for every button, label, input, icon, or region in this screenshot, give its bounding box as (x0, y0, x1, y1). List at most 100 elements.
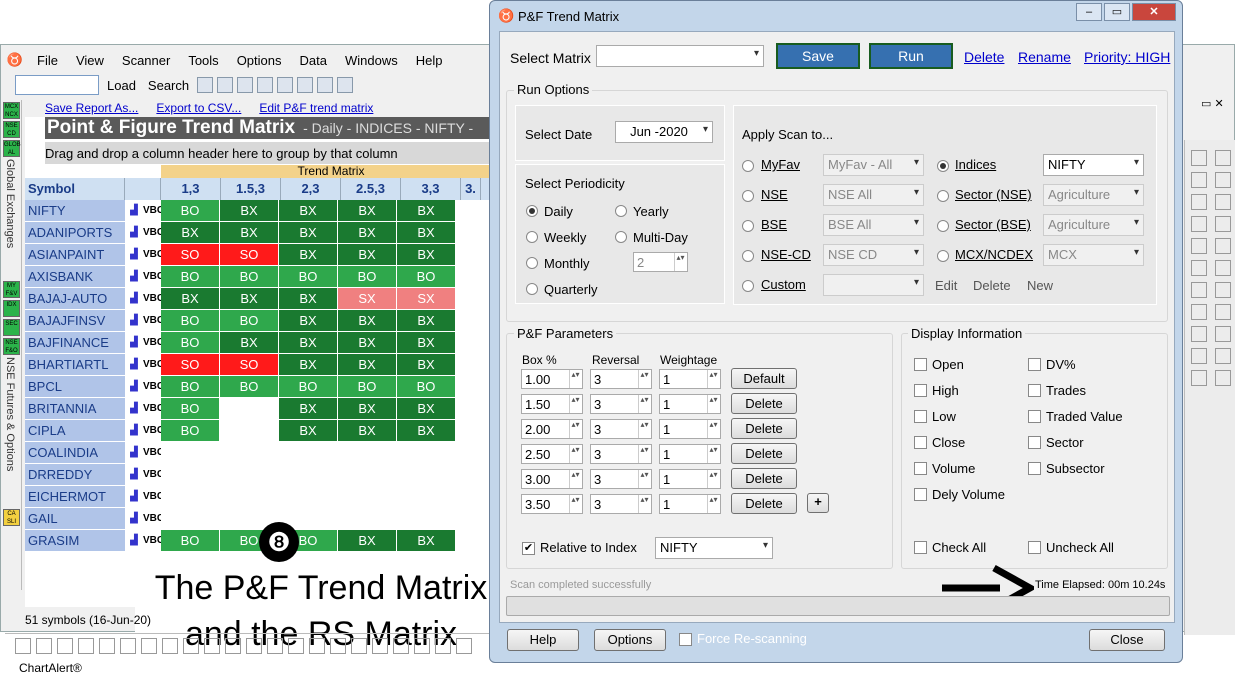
reversal-spinner[interactable]: 3 (590, 469, 652, 489)
idx-icon[interactable]: IDX (3, 300, 20, 317)
signal-cell[interactable]: BX (220, 288, 279, 310)
signal-cell[interactable]: BX (279, 332, 338, 354)
signal-cell[interactable]: SO (161, 354, 220, 376)
load-button[interactable]: Load (107, 78, 136, 93)
signal-cell[interactable] (220, 420, 279, 442)
col-header[interactable]: 2.5,3 (341, 178, 401, 200)
signal-cell[interactable]: SO (220, 354, 279, 376)
chart-icon[interactable]: ▟ (125, 464, 143, 486)
drawing-tool-icon[interactable] (1215, 150, 1231, 166)
drawing-tool-icon[interactable] (1191, 150, 1207, 166)
symbol-header[interactable]: Symbol (25, 178, 125, 200)
signal-cell[interactable]: BO (161, 398, 220, 420)
scan-dropdown[interactable]: MCX (1043, 244, 1144, 266)
box-spinner[interactable]: 2.00 (521, 419, 583, 439)
indicator-tool-icon[interactable] (414, 638, 430, 654)
symbol-cell[interactable]: BAJAJFINSV (25, 310, 125, 332)
sec-icon[interactable]: SEC (3, 319, 20, 336)
signal-cell[interactable]: BX (338, 310, 397, 332)
signal-cell[interactable]: BX (220, 332, 279, 354)
symbol-cell[interactable]: ASIANPAINT (25, 244, 125, 266)
table-row[interactable]: BAJFINANCE ▟ VBC BO BX BX BX BX (25, 332, 501, 354)
param-action-button[interactable]: Delete (731, 468, 797, 489)
signal-cell[interactable]: BO (161, 376, 220, 398)
table-row[interactable]: BAJAJFINSV ▟ VBC BO BO BX BX BX (25, 310, 501, 332)
multiday-spinner[interactable]: 2 (633, 252, 688, 272)
custom-edit-button[interactable]: Edit (935, 278, 957, 293)
signal-cell[interactable]: SO (161, 244, 220, 266)
signal-cell[interactable] (220, 442, 279, 464)
signal-cell[interactable]: BO (397, 376, 456, 398)
symbol-cell[interactable]: COALINDIA (25, 442, 125, 464)
chart-icon[interactable]: ▟ (125, 354, 143, 376)
menu-help[interactable]: Help (416, 53, 443, 68)
signal-cell[interactable]: BX (397, 310, 456, 332)
menu-options[interactable]: Options (237, 53, 282, 68)
signal-cell[interactable]: BX (397, 398, 456, 420)
indicator-tool-icon[interactable] (120, 638, 136, 654)
indicator-tool-icon[interactable] (456, 638, 472, 654)
weightage-spinner[interactable]: 1 (659, 394, 721, 414)
mcx-ncx-icon[interactable]: MCX NCX (3, 102, 20, 119)
menu-data[interactable]: Data (300, 53, 327, 68)
drawing-tool-icon[interactable] (1191, 172, 1207, 188)
display-checkbox[interactable] (1028, 410, 1041, 423)
relative-index-checkbox[interactable]: ✔ (522, 542, 535, 555)
display-checkbox[interactable] (914, 384, 927, 397)
box-spinner[interactable]: 2.50 (521, 444, 583, 464)
signal-cell[interactable] (397, 508, 456, 530)
scan-dropdown[interactable] (823, 274, 924, 296)
box-spinner[interactable]: 3.50 (521, 494, 583, 514)
signal-cell[interactable] (397, 464, 456, 486)
drawing-tool-icon[interactable] (1191, 348, 1207, 364)
table-row[interactable]: EICHERMOT ▟ VBC (25, 486, 501, 508)
display-checkbox[interactable] (1028, 358, 1041, 371)
table-row[interactable]: COALINDIA ▟ VBC (25, 442, 501, 464)
weightage-spinner[interactable]: 1 (659, 419, 721, 439)
signal-cell[interactable]: BX (161, 222, 220, 244)
display-checkbox[interactable] (914, 462, 927, 475)
signal-cell[interactable]: BX (397, 530, 456, 552)
symbol-cell[interactable]: AXISBANK (25, 266, 125, 288)
signal-cell[interactable]: BX (279, 244, 338, 266)
scan-radio[interactable] (742, 190, 754, 202)
indicator-tool-icon[interactable] (435, 638, 451, 654)
param-action-button[interactable]: Delete (731, 418, 797, 439)
drawing-tool-icon[interactable] (1191, 326, 1207, 342)
display-checkbox[interactable] (1028, 436, 1041, 449)
close-icon[interactable]: ✕ (1132, 3, 1176, 21)
weightage-spinner[interactable]: 1 (659, 494, 721, 514)
symbol-cell[interactable]: BPCL (25, 376, 125, 398)
signal-cell[interactable]: SX (397, 288, 456, 310)
export-csv-link[interactable]: Export to CSV... (156, 101, 241, 115)
scan-icon[interactable] (297, 77, 314, 93)
drawing-tool-icon[interactable] (1215, 326, 1231, 342)
chart-icon[interactable]: ▟ (125, 310, 143, 332)
relative-index-dropdown[interactable]: NIFTY (655, 537, 773, 559)
signal-cell[interactable]: BX (279, 222, 338, 244)
chart-icon[interactable]: ▟ (125, 376, 143, 398)
chart-icon[interactable]: ▟ (125, 288, 143, 310)
signal-cell[interactable] (279, 442, 338, 464)
drawing-tool-icon[interactable] (1191, 238, 1207, 254)
col-header[interactable]: 3. (461, 178, 481, 200)
chart-icon[interactable]: ▟ (125, 398, 143, 420)
drawing-tool-icon[interactable] (1215, 282, 1231, 298)
indicator-tool-icon[interactable] (309, 638, 325, 654)
table-row[interactable]: BPCL ▟ VBC BO BO BO BO BO (25, 376, 501, 398)
drawing-tool-icon[interactable] (1191, 194, 1207, 210)
col-header[interactable]: 1.5,3 (221, 178, 281, 200)
scan-radio[interactable] (937, 250, 949, 262)
indicator-tool-icon[interactable] (393, 638, 409, 654)
weightage-spinner[interactable]: 1 (659, 444, 721, 464)
tools-icon[interactable] (337, 77, 354, 93)
indicator-tool-icon[interactable] (183, 638, 199, 654)
indicator-tool-icon[interactable] (288, 638, 304, 654)
drawing-tool-icon[interactable] (1191, 370, 1207, 386)
signal-cell[interactable]: BX (220, 222, 279, 244)
symbol-cell[interactable]: BRITANNIA (25, 398, 125, 420)
signal-cell[interactable]: BO (338, 266, 397, 288)
signal-cell[interactable]: BO (161, 310, 220, 332)
select-date-dropdown[interactable]: Jun -2020 (615, 121, 713, 143)
uncheck-all-checkbox[interactable] (1028, 541, 1041, 554)
